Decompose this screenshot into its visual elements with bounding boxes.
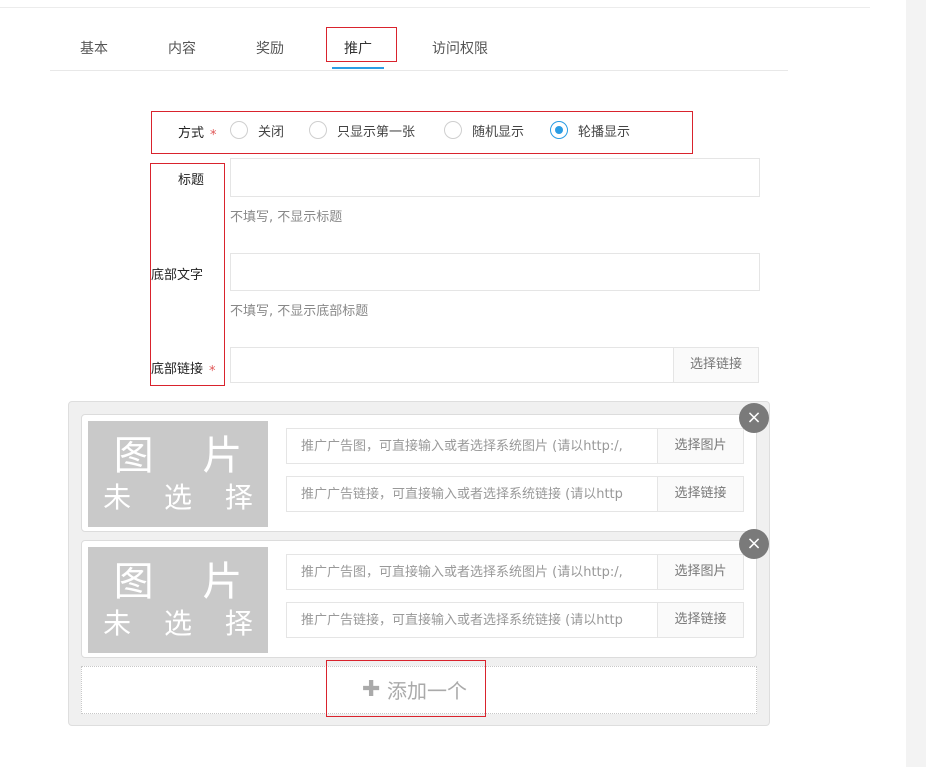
ad-link-input[interactable] xyxy=(286,476,658,512)
image-placeholder-text: 图 片 xyxy=(113,433,261,479)
ad-image-placeholder[interactable]: 图 片 未 选 择 xyxy=(88,547,268,653)
tab-bar: 基本 内容 奖励 推广 访问权限 xyxy=(50,30,788,71)
radio-off[interactable]: 关闭 xyxy=(230,120,284,140)
radio-checked-icon xyxy=(550,121,568,139)
required-mark: * xyxy=(210,128,217,143)
required-mark: * xyxy=(209,364,216,379)
title-label: 标题 xyxy=(178,173,205,188)
title-input[interactable] xyxy=(230,158,760,197)
radio-random-label: 随机显示 xyxy=(472,124,525,140)
plus-icon: ✚ xyxy=(362,677,381,702)
tab-reward[interactable]: 奖励 xyxy=(244,30,296,68)
footer-text-input[interactable] xyxy=(230,253,760,291)
select-link-button[interactable]: 选择链接 xyxy=(673,347,759,383)
top-divider xyxy=(0,7,870,8)
radio-first-only[interactable]: 只显示第一张 xyxy=(309,120,415,140)
radio-carousel[interactable]: 轮播显示 xyxy=(550,120,630,140)
select-image-button[interactable]: 选择图片 xyxy=(657,554,744,590)
tab-access[interactable]: 访问权限 xyxy=(428,30,492,68)
image-placeholder-subtext: 未 选 择 xyxy=(103,607,265,640)
ad-image-input[interactable] xyxy=(286,554,658,590)
footer-link-label-wrap: 底部链接 * xyxy=(151,358,216,379)
scroll-gutter xyxy=(906,0,926,767)
ad-card-1: 图 片 未 选 择 选择图片 选择链接 xyxy=(81,414,757,532)
footer-text-label: 底部文字 xyxy=(151,268,204,283)
footer-link-label: 底部链接 xyxy=(151,362,204,377)
radio-random[interactable]: 随机显示 xyxy=(444,120,524,140)
add-one-label: 添加一个 xyxy=(387,679,467,703)
ad-link-input[interactable] xyxy=(286,602,658,638)
radio-circle-icon xyxy=(309,121,327,139)
mode-label-wrap: 方式 * xyxy=(178,122,217,143)
ad-card-2: 图 片 未 选 择 选择图片 选择链接 xyxy=(81,540,757,658)
tab-promotion[interactable]: 推广 xyxy=(326,30,390,69)
radio-carousel-label: 轮播显示 xyxy=(578,124,631,140)
select-link-button[interactable]: 选择链接 xyxy=(657,476,744,512)
select-link-button[interactable]: 选择链接 xyxy=(657,602,744,638)
radio-first-only-label: 只显示第一张 xyxy=(337,124,416,140)
close-icon[interactable]: × xyxy=(739,403,769,433)
image-placeholder-subtext: 未 选 择 xyxy=(103,481,265,514)
image-placeholder-text: 图 片 xyxy=(113,559,261,605)
footer-text-help: 不填写, 不显示底部标题 xyxy=(230,304,369,319)
radio-off-label: 关闭 xyxy=(258,124,285,140)
radio-circle-icon xyxy=(444,121,462,139)
radio-circle-icon xyxy=(230,121,248,139)
tab-basic[interactable]: 基本 xyxy=(68,30,120,68)
select-image-button[interactable]: 选择图片 xyxy=(657,428,744,464)
add-one-button[interactable]: ✚ 添加一个 xyxy=(81,666,757,714)
ad-image-input[interactable] xyxy=(286,428,658,464)
close-icon[interactable]: × xyxy=(739,529,769,559)
title-help: 不填写, 不显示标题 xyxy=(230,210,343,225)
mode-label: 方式 xyxy=(178,126,205,141)
ad-image-placeholder[interactable]: 图 片 未 选 择 xyxy=(88,421,268,527)
tab-content[interactable]: 内容 xyxy=(156,30,208,68)
footer-link-input[interactable] xyxy=(230,347,674,383)
